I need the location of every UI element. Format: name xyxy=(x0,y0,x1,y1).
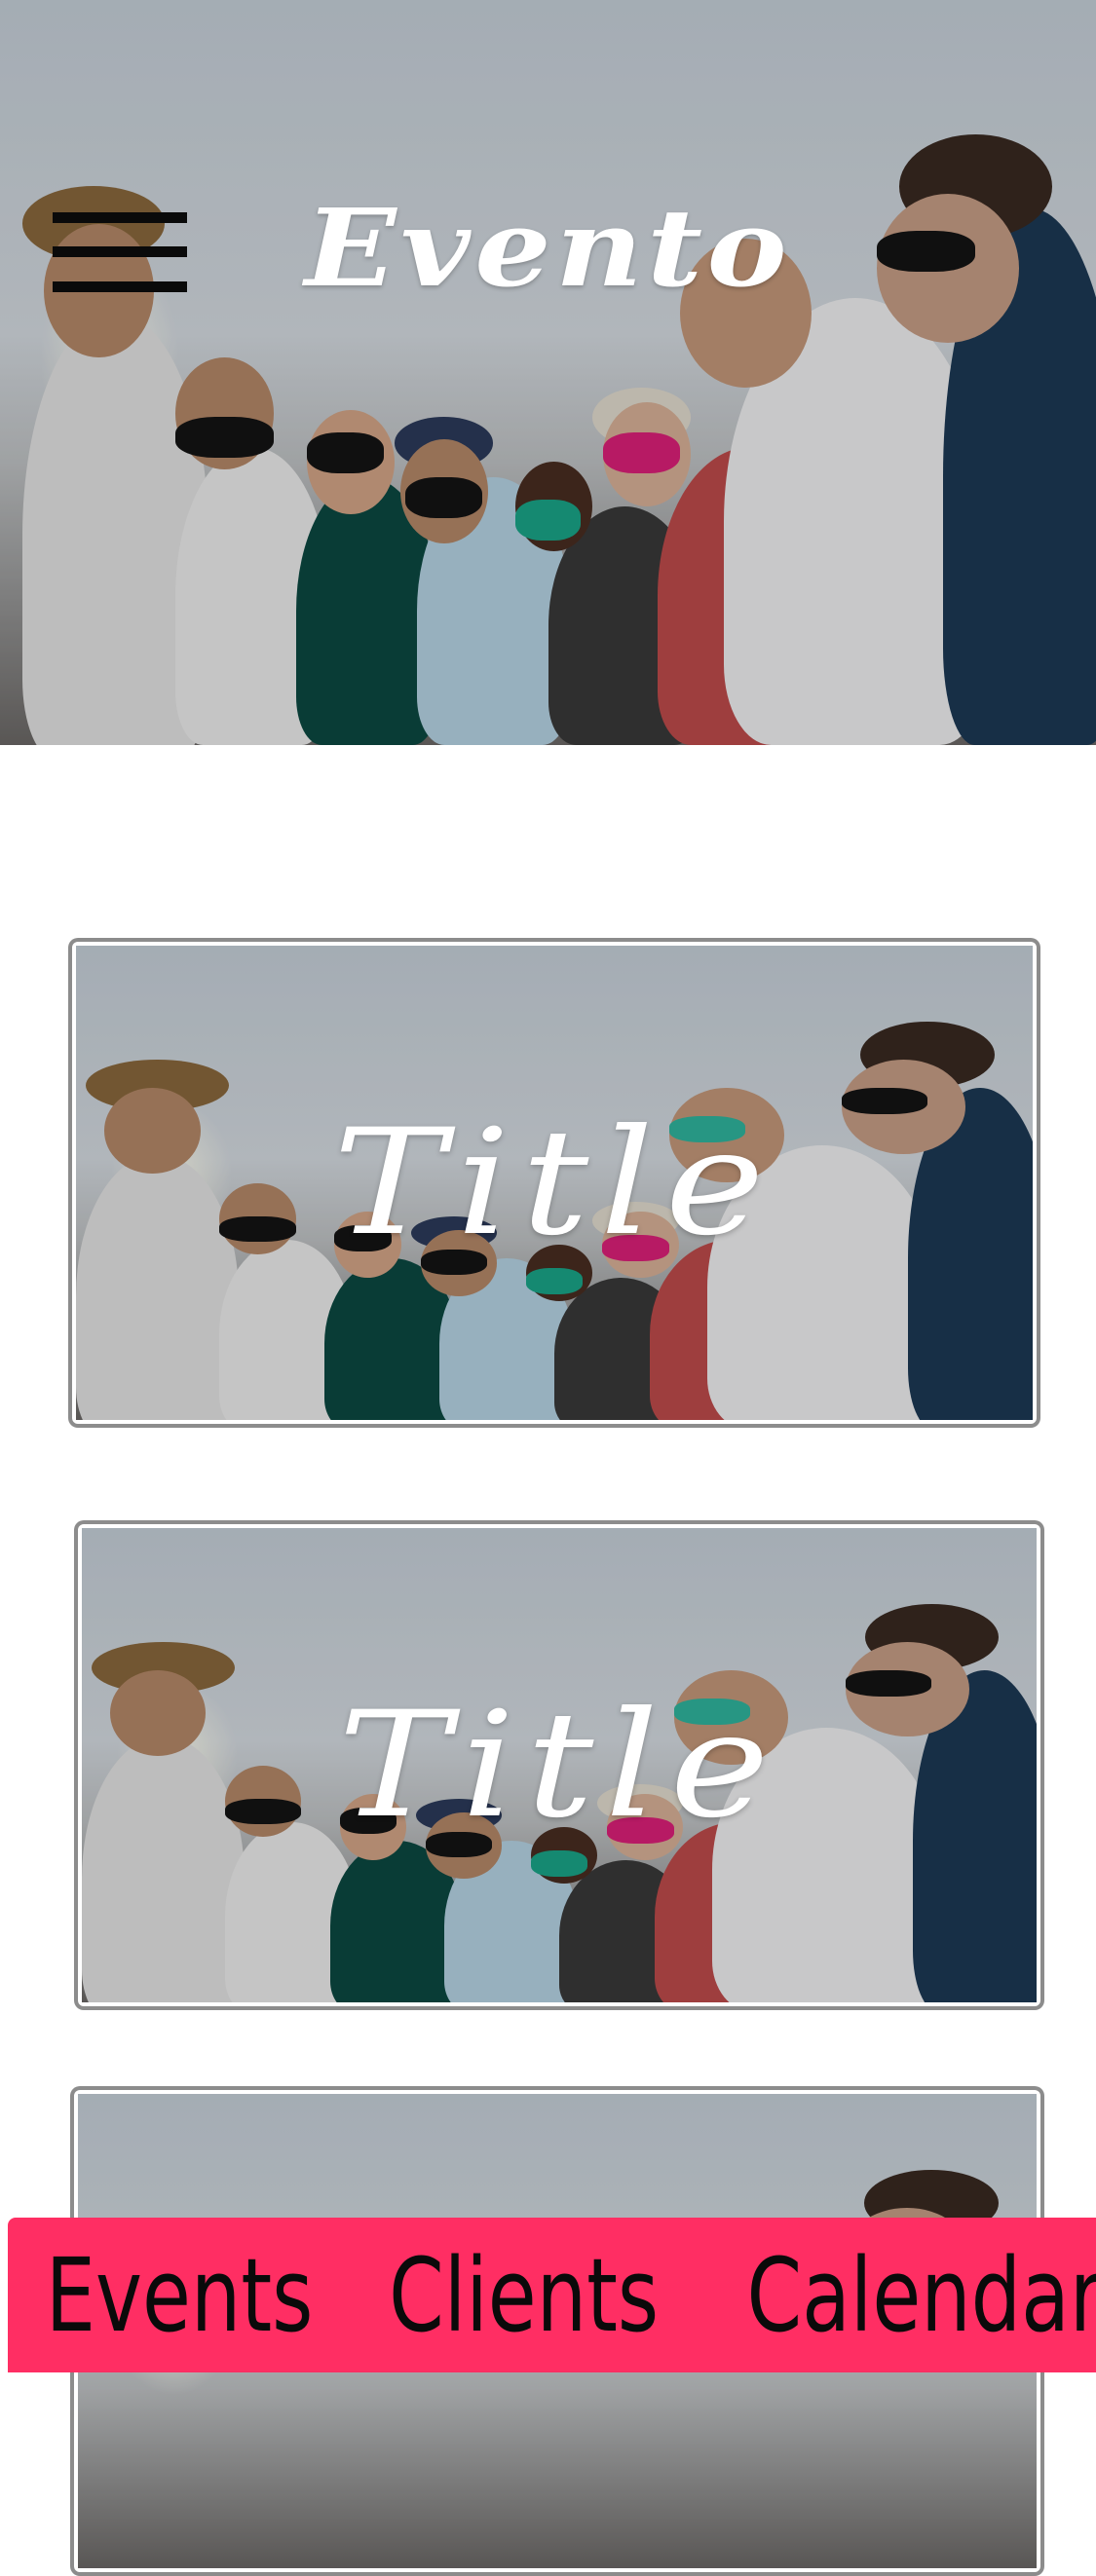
app-title: Evento xyxy=(304,185,792,311)
tab-calendar[interactable]: Calendar xyxy=(747,2245,1096,2346)
event-card-title: Title xyxy=(337,1680,781,1850)
header-background-photo xyxy=(0,0,1096,745)
event-card-title: Title xyxy=(332,1098,776,1268)
event-card[interactable]: Title xyxy=(68,938,1040,1428)
tab-events[interactable]: Events xyxy=(46,2245,314,2346)
bottom-tab-bar: Events Clients Calendar xyxy=(8,2218,1096,2372)
tab-clients[interactable]: Clients xyxy=(389,2245,659,2346)
event-card[interactable]: Title xyxy=(74,1520,1044,2010)
